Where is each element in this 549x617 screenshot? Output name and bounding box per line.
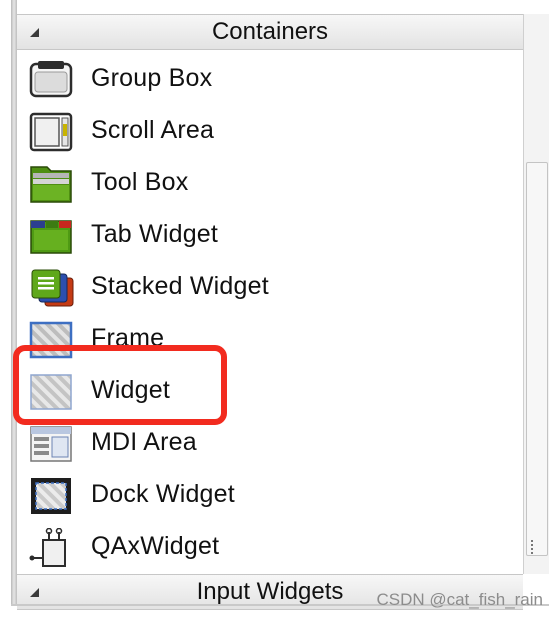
scroll-area-icon <box>29 112 75 152</box>
item-label: QAxWidget <box>91 532 220 560</box>
list-item-tab-widget[interactable]: Tab Widget <box>17 210 523 262</box>
list-item-dock-widget[interactable]: Dock Widget <box>17 470 523 522</box>
category-header-containers[interactable]: Containers <box>17 14 523 50</box>
list-item-qaxwidget[interactable]: QAxWidget <box>17 522 523 573</box>
scrollbar-thumb[interactable] <box>526 162 548 556</box>
list-item-stacked-widget[interactable]: Stacked Widget <box>17 262 523 314</box>
mdi-area-icon <box>29 424 75 464</box>
stacked-widget-icon <box>29 268 75 308</box>
item-label: Tab Widget <box>91 220 219 248</box>
list-item-group-box[interactable]: Group Box <box>17 54 523 106</box>
widget-box-panel: Containers Group Box Scroll Area Tool Bo… <box>0 0 549 617</box>
grip-icon <box>531 540 539 554</box>
item-label: Dock Widget <box>91 480 235 508</box>
item-label: Tool Box <box>91 168 189 196</box>
group-box-icon <box>29 60 75 100</box>
item-label: Scroll Area <box>91 116 215 144</box>
qaxwidget-icon <box>29 527 75 568</box>
watermark: CSDN @cat_fish_rain <box>376 590 543 609</box>
list-item-scroll-area[interactable]: Scroll Area <box>17 106 523 158</box>
list-item-tool-box[interactable]: Tool Box <box>17 158 523 210</box>
item-label: Stacked Widget <box>91 272 269 300</box>
vertical-scrollbar[interactable] <box>523 14 549 574</box>
tool-box-icon <box>29 164 75 204</box>
item-label: MDI Area <box>91 428 197 456</box>
item-label: Group Box <box>91 64 213 92</box>
dock-widget-icon <box>29 476 75 516</box>
list-item-mdi-area[interactable]: MDI Area <box>17 418 523 470</box>
highlight-box <box>13 345 227 425</box>
tab-widget-icon <box>29 216 75 256</box>
widget-list: Group Box Scroll Area Tool Box Tab Widge… <box>17 51 523 573</box>
category-title: Containers <box>211 18 329 45</box>
